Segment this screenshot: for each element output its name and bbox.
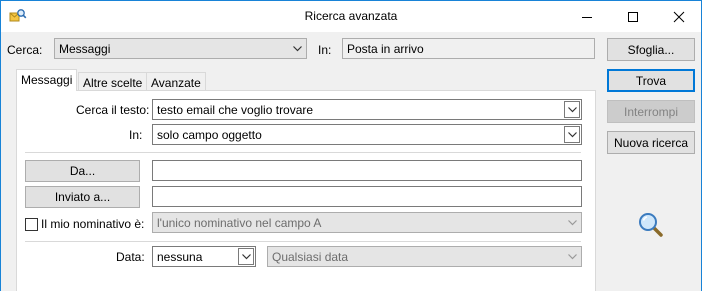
chevron-down-icon xyxy=(564,213,581,232)
stop-button[interactable]: Interrompi xyxy=(607,100,695,123)
search-in-label: In: xyxy=(129,128,143,142)
find-button[interactable]: Trova xyxy=(607,69,695,92)
sent-to-button-label: Inviato a... xyxy=(54,190,111,204)
date-label: Data: xyxy=(116,250,145,264)
search-text-value: testo email che voglio trovare xyxy=(157,103,314,117)
my-name-dropdown[interactable]: l'unico nominativo nel campo A xyxy=(152,212,582,233)
title-bar: Ricerca avanzata xyxy=(1,1,701,32)
messaggi-tab-panel: Cerca il testo: testo email che voglio t… xyxy=(16,90,596,291)
from-button[interactable]: Da... xyxy=(25,160,140,182)
tab-messaggi-label: Messaggi xyxy=(21,73,73,87)
search-in-value: solo campo oggetto xyxy=(157,128,262,142)
sent-to-field[interactable] xyxy=(152,186,582,207)
chevron-down-icon xyxy=(564,247,581,266)
in-location-value: Posta in arrivo xyxy=(347,42,424,56)
search-in-dropdown[interactable]: solo campo oggetto xyxy=(152,124,582,145)
tab-altre-scelte[interactable]: Altre scelte xyxy=(78,72,148,92)
separator xyxy=(25,241,581,242)
separator xyxy=(25,152,581,153)
search-text-input[interactable]: testo email che voglio trovare xyxy=(152,99,582,120)
stop-button-label: Interrompi xyxy=(623,104,679,119)
browse-button[interactable]: Sfoglia... xyxy=(607,38,695,61)
magnifier-icon xyxy=(637,211,665,239)
date-dropdown[interactable]: nessuna xyxy=(152,246,256,267)
date-range-dropdown[interactable]: Qualsiasi data xyxy=(267,246,582,267)
minimize-button[interactable] xyxy=(564,1,610,32)
my-name-label: Il mio nominativo è: xyxy=(41,217,145,231)
date-value: nessuna xyxy=(157,250,203,264)
sent-to-button[interactable]: Inviato a... xyxy=(25,186,140,208)
new-search-button-label: Nuova ricerca xyxy=(613,135,689,150)
tab-messaggi[interactable]: Messaggi xyxy=(16,69,78,91)
tab-altre-scelte-label: Altre scelte xyxy=(83,76,143,90)
chevron-down-icon[interactable] xyxy=(238,248,254,265)
advanced-find-dialog: Ricerca avanzata Cerca: Messaggi In: Pos… xyxy=(0,0,702,291)
date-range-value: Qualsiasi data xyxy=(272,250,349,264)
chevron-down-icon xyxy=(289,39,306,58)
my-name-value: l'unico nominativo nel campo A xyxy=(157,216,322,230)
maximize-button[interactable] xyxy=(610,1,656,32)
in-location-label: In: xyxy=(318,43,332,57)
find-button-label: Trova xyxy=(635,73,667,88)
tab-avanzate[interactable]: Avanzate xyxy=(146,72,206,92)
close-button[interactable] xyxy=(656,1,702,32)
chevron-down-icon[interactable] xyxy=(564,126,580,143)
new-search-button[interactable]: Nuova ricerca xyxy=(607,131,695,154)
from-field[interactable] xyxy=(152,160,582,181)
in-location-field: Posta in arrivo xyxy=(342,38,595,59)
cerca-label: Cerca: xyxy=(7,43,43,57)
browse-button-label: Sfoglia... xyxy=(627,42,675,57)
cerca-dropdown[interactable]: Messaggi xyxy=(54,38,307,59)
search-text-label: Cerca il testo: xyxy=(76,103,150,117)
from-button-label: Da... xyxy=(69,164,96,178)
cerca-value: Messaggi xyxy=(59,42,111,56)
chevron-down-icon[interactable] xyxy=(564,101,580,118)
my-name-checkbox[interactable] xyxy=(25,218,38,231)
tab-avanzate-label: Avanzate xyxy=(151,76,201,90)
